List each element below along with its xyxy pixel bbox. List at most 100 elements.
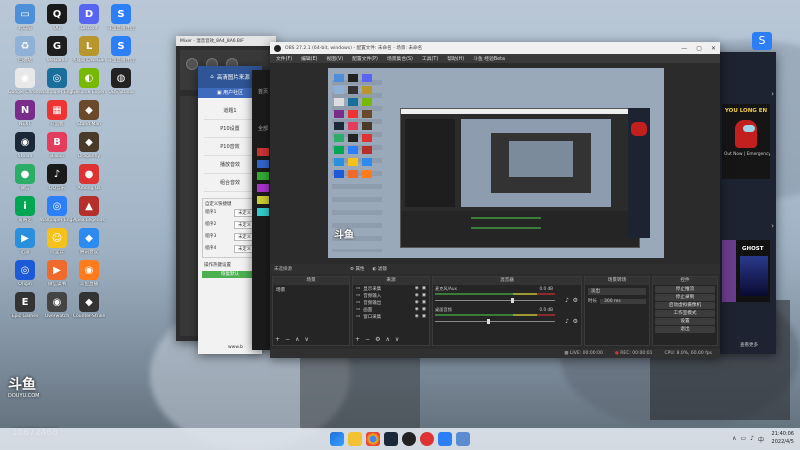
speaker-icon[interactable]: ♪ (565, 297, 569, 304)
scene-item[interactable]: 场景 (273, 285, 349, 295)
duration-input[interactable]: 300 ms (600, 298, 646, 304)
lock-icon[interactable]: ▣ (422, 293, 426, 298)
desktop-icon[interactable]: ◆ Stand Man (72, 100, 106, 127)
desktop-icon[interactable]: ▭ 此电脑 (8, 4, 42, 31)
app-icon[interactable] (456, 432, 470, 446)
lock-icon[interactable]: ▣ (422, 307, 426, 312)
desktop-icon[interactable]: ◉ Overwatch (40, 292, 74, 319)
menu-item[interactable]: 编辑(E) (301, 55, 317, 62)
desktop-icon[interactable]: ◎ Origin (8, 260, 42, 287)
volume-slider-handle[interactable] (487, 319, 490, 324)
desktop-icon[interactable]: ◆ Counter-Strike (72, 292, 106, 319)
file-explorer-icon[interactable] (348, 432, 362, 446)
desktop-icon[interactable]: L 英雄联盟WeGame版 (72, 36, 106, 63)
network-icon[interactable]: ▭ (740, 435, 746, 444)
app-icon[interactable] (438, 432, 452, 446)
lock-icon[interactable]: ▣ (422, 300, 426, 305)
desktop-icon[interactable]: ♪ QQ音乐 (40, 164, 74, 191)
menu-item[interactable]: 场景集合(S) (387, 55, 413, 62)
thumb-2[interactable]: GHOST (722, 240, 770, 302)
desktop-icon[interactable]: ◎ Wallpaper Engine (40, 68, 74, 95)
gear-icon[interactable]: ⚙ (375, 336, 380, 343)
input-method-icon[interactable]: 中 (758, 435, 764, 444)
eye-icon[interactable]: ◉ (415, 286, 419, 291)
maximize-icon[interactable]: ▢ (696, 45, 702, 52)
down-icon[interactable]: ∨ (304, 336, 308, 343)
lock-icon[interactable]: ▣ (422, 286, 426, 291)
desktop-icon[interactable]: S 斗鱼直播伴侣 (104, 36, 138, 63)
desktop-icon[interactable]: ● 微信 (8, 164, 42, 191)
douyu-menu-item[interactable]: 组合音效 (204, 174, 256, 192)
record-icon[interactable] (420, 432, 434, 446)
desktop-icon[interactable]: ● Among Us (72, 164, 106, 191)
control-button[interactable]: 停止录制 (655, 294, 715, 301)
desktop-icon[interactable]: i 爱奇艺 (8, 196, 42, 223)
source-item[interactable]: ▭ 窗口采集 ◉ ▣ (353, 313, 429, 320)
douyu-menu-item[interactable]: P10设置 (204, 120, 256, 138)
gear-icon[interactable]: ⚙ (573, 297, 578, 304)
down-icon[interactable]: ∨ (395, 336, 399, 343)
volume-slider-handle[interactable] (511, 298, 514, 303)
lock-icon[interactable]: ▣ (422, 314, 426, 319)
thumb-1[interactable]: YOU LONG EN Out Now | Emergency (722, 104, 770, 179)
clock-time[interactable]: 21:40:06 (772, 430, 794, 438)
desktop-icon[interactable]: ◍ OBS Studio (104, 68, 138, 95)
eye-icon[interactable]: ◉ (415, 307, 419, 312)
desktop-icon[interactable]: ☺ 阿里云 (40, 228, 74, 255)
douyu-menu-item[interactable]: 播放音效 (204, 156, 256, 174)
desktop-icon[interactable]: ◉ Google Chrome (8, 68, 42, 95)
close-icon[interactable]: ✕ (711, 45, 716, 52)
desktop-icon[interactable]: ▦ IT面板 (40, 100, 74, 127)
add-icon[interactable]: + (355, 336, 360, 343)
desktop-icon[interactable]: ◎ Wallpaper Engine (40, 196, 74, 223)
desktop-icon[interactable]: G WeGame (40, 36, 74, 63)
menu-item[interactable]: 文件(F) (276, 55, 292, 62)
desktop-icon[interactable]: N NEXT (8, 100, 42, 127)
clock-date[interactable]: 2022/4/5 (772, 438, 794, 446)
volume-icon[interactable]: ♪ (750, 435, 754, 444)
eye-icon[interactable]: ◉ (415, 293, 419, 298)
menu-item[interactable]: 工具(T) (422, 55, 438, 62)
source-item[interactable]: ▭ 显示采集 ◉ ▣ (353, 285, 429, 292)
desktop-icon[interactable]: ▶ 微信读书 (40, 260, 74, 287)
desktop-icon[interactable]: Q QQ (40, 4, 74, 31)
see-more-link[interactable]: 查看更多 (740, 342, 758, 348)
desktop-icon[interactable]: ◉ 斗鱼直播 (72, 260, 106, 287)
volume-slider[interactable] (435, 319, 555, 324)
control-button[interactable]: 工作室模式 (655, 310, 715, 317)
control-button[interactable]: 设置 (655, 318, 715, 325)
mixer-titlebar[interactable]: Mixer - 混音音效_8A4_8A6.BIF (176, 36, 276, 46)
menu-item[interactable]: 配置文件(P) (352, 55, 378, 62)
remove-icon[interactable]: − (285, 336, 290, 343)
desktop-icon[interactable]: ♻ 回收站 (8, 36, 42, 63)
desktop-icon[interactable]: ◆ 腾讯会议 (72, 228, 106, 255)
speaker-icon[interactable]: ♪ (565, 318, 569, 325)
remove-icon[interactable]: − (365, 336, 370, 343)
eye-icon[interactable]: ◉ (415, 300, 419, 305)
desktop-icon[interactable]: ▲ Apex Legends (72, 196, 106, 223)
steam-icon[interactable] (384, 432, 398, 446)
filters-button[interactable]: ◐ 滤镜 (372, 266, 386, 272)
restore-default-button[interactable]: 恢复默认 (202, 271, 258, 278)
menu-item[interactable]: 视图(V) (326, 55, 343, 62)
douyu-menu-item[interactable]: 道题1 (204, 102, 256, 120)
eye-icon[interactable]: ◉ (415, 314, 419, 319)
menu-item[interactable]: 斗鱼 经验Beta (473, 55, 505, 62)
minimize-icon[interactable]: — (681, 45, 687, 52)
properties-button[interactable]: ⚙ 属性 (350, 266, 364, 272)
obs-titlebar[interactable]: OBS 27.2.1 (64-bit, windows) - 配置文件: 未命名… (270, 42, 720, 54)
control-button[interactable]: 停止推流 (655, 286, 715, 293)
chevron-right-icon[interactable]: › (771, 90, 774, 98)
add-icon[interactable]: + (275, 336, 280, 343)
chevron-right-icon[interactable]: › (771, 222, 774, 230)
desktop-icon[interactable]: E Epic Games (8, 292, 42, 319)
up-icon[interactable]: ∧ (385, 336, 389, 343)
windows-start-icon[interactable] (330, 432, 344, 446)
source-item[interactable]: ▭ 音频输出 ◉ ▣ (353, 299, 429, 306)
up-icon[interactable]: ∧ (295, 336, 299, 343)
control-button[interactable]: 退出 (655, 326, 715, 333)
knob[interactable] (186, 58, 198, 70)
obs-preview[interactable]: 斗鱼 (328, 68, 664, 258)
source-item[interactable]: ▭ 音频输入 ◉ ▣ (353, 292, 429, 299)
desktop-icon[interactable]: ▶ 迅雷 (8, 228, 42, 255)
